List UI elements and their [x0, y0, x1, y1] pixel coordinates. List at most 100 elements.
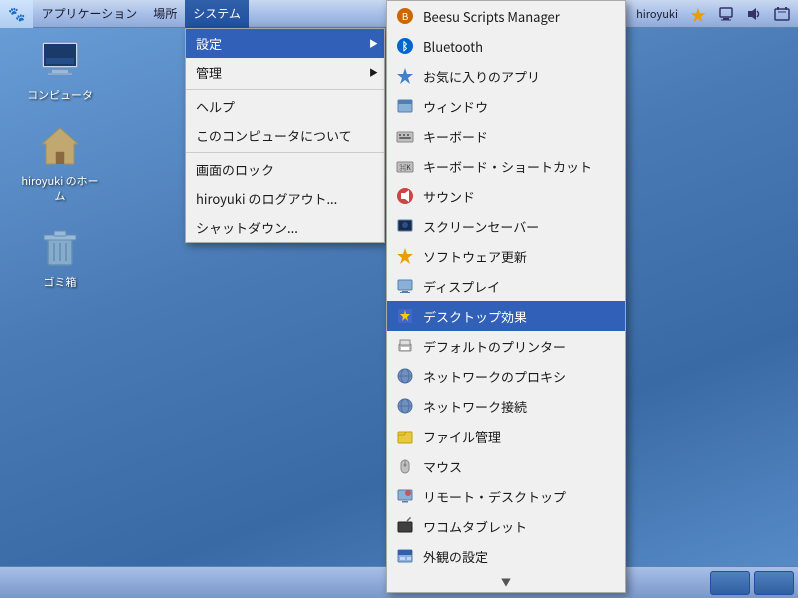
menu-sep-1: [186, 89, 384, 90]
screensaver-icon: [395, 216, 415, 236]
submenu-item-appearance[interactable]: 外観の設定: [387, 541, 625, 571]
logout-label: hiroyuki のログアウト...: [196, 189, 337, 208]
sound-menu-icon: [395, 186, 415, 206]
menu-sep-2: [186, 152, 384, 153]
submenu-item-remote-desktop[interactable]: リモート・デスクトップ: [387, 481, 625, 511]
sound-label: サウンド: [423, 187, 475, 206]
appearance-icon: [395, 546, 415, 566]
tray-username: hiroyuki: [632, 4, 682, 24]
network-proxy-icon: [395, 366, 415, 386]
taskbar-applications[interactable]: アプリケーション: [33, 0, 145, 28]
mouse-icon: [395, 456, 415, 476]
tray-star[interactable]: ★: [686, 0, 710, 28]
file-mgmt-label: ファイル管理: [423, 427, 501, 446]
menu-item-help[interactable]: ヘルプ: [186, 92, 384, 121]
taskbar-appicon[interactable]: 🐾: [0, 0, 33, 28]
keyboard-label: キーボード: [423, 127, 488, 146]
tray-clock[interactable]: [770, 4, 794, 24]
menu-item-lock[interactable]: 画面のロック: [186, 155, 384, 184]
submenu-item-beesu[interactable]: B Beesu Scripts Manager: [387, 1, 625, 31]
submenu-item-fav-apps[interactable]: お気に入りのアプリ: [387, 61, 625, 91]
software-update-icon: [395, 246, 415, 266]
monitor-icon: [718, 6, 734, 22]
desktop: 🐾 アプリケーション 場所 システム: [0, 0, 798, 598]
menu-item-settings[interactable]: 設定: [186, 29, 384, 58]
display-icon: [395, 276, 415, 296]
applications-label: アプリケーション: [41, 5, 137, 22]
fav-apps-label: お気に入りのアプリ: [423, 67, 540, 86]
printer-icon: [395, 336, 415, 356]
help-label: ヘルプ: [196, 97, 235, 116]
submenu-item-network-connect[interactable]: ネットワーク接続: [387, 391, 625, 421]
tray-monitor[interactable]: [714, 4, 738, 24]
desktop-icon-home[interactable]: hiroyuki のホーム: [20, 122, 100, 203]
remote-desktop-icon: [395, 486, 415, 506]
submenu-item-file-mgmt[interactable]: ファイル管理: [387, 421, 625, 451]
keyboard-shortcut-label: キーボード・ショートカット: [423, 157, 592, 176]
lock-label: 画面のロック: [196, 160, 274, 179]
windows-icon: [395, 96, 415, 116]
mouse-label: マウス: [423, 457, 462, 476]
system-dropdown: 設定 管理 ヘルプ このコンピュータについて 画面のロック hiroyuki の…: [185, 28, 385, 243]
desktop-icon-computer[interactable]: コンピュータ: [20, 36, 100, 102]
network-proxy-label: ネットワークのプロキシ: [423, 367, 566, 386]
taskbar-bottom-btn1[interactable]: [710, 571, 750, 595]
display-label: ディスプレイ: [423, 277, 500, 296]
sound-icon: [746, 6, 762, 22]
submenu-item-wacom[interactable]: ワコムタブレット: [387, 511, 625, 541]
beesu-icon: B: [395, 6, 415, 26]
submenu-item-default-printer[interactable]: デフォルトのプリンター: [387, 331, 625, 361]
menu-item-shutdown[interactable]: シャットダウン...: [186, 213, 384, 242]
taskbar-system[interactable]: システム: [185, 0, 249, 28]
submenu-item-keyboard-shortcut[interactable]: ⌘K キーボード・ショートカット: [387, 151, 625, 181]
keyboard-icon: [395, 126, 415, 146]
windows-label: ウィンドウ: [423, 97, 488, 116]
submenu-item-network-proxy[interactable]: ネットワークのプロキシ: [387, 361, 625, 391]
menu-item-about[interactable]: このコンピュータについて: [186, 121, 384, 150]
submenu-item-keyboard[interactable]: キーボード: [387, 121, 625, 151]
submenu-item-desktop-effects[interactable]: デスクトップ効果: [387, 301, 625, 331]
places-label: 場所: [153, 5, 177, 22]
taskbar-places[interactable]: 場所: [145, 0, 185, 28]
screensaver-label: スクリーンセーバー: [423, 217, 539, 236]
default-printer-label: デフォルトのプリンター: [423, 337, 566, 356]
settings-label: 設定: [196, 34, 222, 53]
appearance-label: 外観の設定: [423, 547, 488, 566]
submenu-item-sound[interactable]: サウンド: [387, 181, 625, 211]
network-connect-icon: [395, 396, 415, 416]
submenu-item-display[interactable]: ディスプレイ: [387, 271, 625, 301]
menu-item-admin[interactable]: 管理: [186, 58, 384, 87]
trash-label: ゴミ箱: [44, 275, 77, 289]
svg-text:ᛒ: ᛒ: [402, 38, 409, 54]
svg-text:B: B: [402, 8, 409, 23]
username-text: hiroyuki: [636, 6, 678, 22]
computer-label: コンピュータ: [27, 88, 93, 102]
remote-desktop-label: リモート・デスクトップ: [423, 487, 566, 506]
beesu-label: Beesu Scripts Manager: [423, 7, 560, 26]
tray-sound[interactable]: [742, 4, 766, 24]
submenu-item-windows[interactable]: ウィンドウ: [387, 91, 625, 121]
bluetooth-icon: ᛒ: [395, 36, 415, 56]
submenu-item-software-update[interactable]: ソフトウェア更新: [387, 241, 625, 271]
desktop-effects-icon: [395, 306, 415, 326]
computer-svg: [38, 38, 82, 82]
settings-submenu: B Beesu Scripts Manager ᛒ Bluetooth: [386, 0, 626, 593]
submenu-item-screensaver[interactable]: スクリーンセーバー: [387, 211, 625, 241]
submenu-item-bluetooth[interactable]: ᛒ Bluetooth: [387, 31, 625, 61]
submenu-item-mouse[interactable]: マウス: [387, 451, 625, 481]
submenu-scroll-down[interactable]: ▼: [387, 571, 625, 592]
home-svg: [38, 124, 82, 168]
menu-item-logout[interactable]: hiroyuki のログアウト...: [186, 184, 384, 213]
fav-apps-icon: [395, 66, 415, 86]
bluetooth-label: Bluetooth: [423, 37, 483, 56]
desktop-icon-trash[interactable]: ゴミ箱: [20, 223, 100, 289]
taskbar-bottom-btn2[interactable]: [754, 571, 794, 595]
clock-icon: [774, 6, 790, 22]
system-label: システム: [193, 5, 241, 22]
taskbar-left: 🐾 アプリケーション 場所 システム: [0, 0, 249, 28]
shutdown-label: シャットダウン...: [196, 218, 298, 237]
svg-text:⌘K: ⌘K: [399, 163, 411, 173]
computer-icon: [36, 36, 84, 84]
desktop-effects-label: デスクトップ効果: [423, 307, 527, 326]
wacom-icon: [395, 516, 415, 536]
